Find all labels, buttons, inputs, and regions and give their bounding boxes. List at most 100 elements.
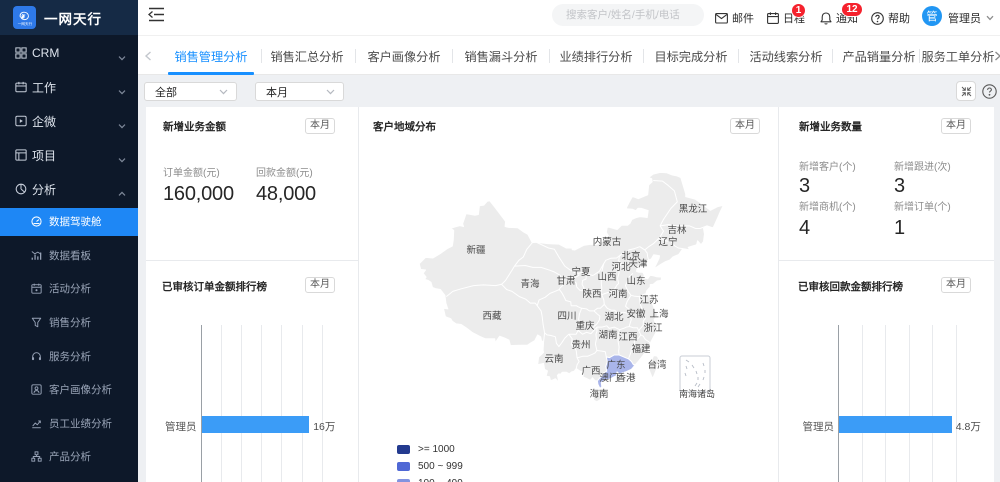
sidebar-item-企微[interactable]: 企微 — [0, 104, 138, 138]
user-menu[interactable]: 管理员 — [948, 0, 994, 36]
chevron-down-icon — [326, 89, 335, 95]
tab-客户画像分析[interactable]: 客户画像分析 — [361, 36, 447, 75]
tab-活动线索分析[interactable]: 活动线索分析 — [743, 36, 829, 75]
bar-管理员[interactable] — [202, 416, 310, 434]
legend-label: 500 ~ 999 — [418, 461, 463, 472]
tab-销售漏斗分析[interactable]: 销售漏斗分析 — [458, 36, 544, 75]
notifications-badge: 12 — [841, 2, 863, 17]
map-label-河南: 河南 — [608, 288, 627, 300]
card-payment-amount-rank: 已审核回款金额排行榜 本月 管理员4.8万 — [778, 260, 994, 482]
map-label-广西: 广西 — [581, 365, 600, 377]
sidebar-subitem-销售分析[interactable]: 销售分析 — [0, 306, 138, 340]
sidebar-item-CRM[interactable]: CRM — [0, 36, 138, 70]
map-label-江西: 江西 — [618, 332, 637, 343]
chart-gridline — [241, 325, 242, 482]
chevron-down-icon — [118, 49, 126, 57]
tab-separator — [832, 49, 833, 63]
payment-rank-chart: 管理员4.8万 — [778, 260, 994, 482]
tab-目标完成分析[interactable]: 目标完成分析 — [648, 36, 734, 75]
map-label-湖南: 湖南 — [598, 329, 617, 341]
period-select[interactable]: 本月 — [255, 82, 344, 101]
sidebar-subitem-活动分析[interactable]: 活动分析 — [0, 272, 138, 306]
map-label-重庆: 重庆 — [575, 320, 595, 332]
scope-select[interactable]: 全部 — [144, 82, 237, 101]
performance-icon — [31, 418, 42, 429]
fullscreen-icon — [961, 86, 972, 97]
map-label-广东: 广东 — [606, 359, 625, 371]
stat-value: 160,000 — [163, 183, 234, 206]
tab-业绩排行分析[interactable]: 业绩排行分析 — [553, 36, 639, 75]
user-name: 管理员 — [948, 10, 981, 26]
user-avatar[interactable]: 管 — [922, 6, 942, 26]
stat-label: 订单金额(元) — [163, 164, 220, 179]
stat-value: 4 — [799, 217, 810, 240]
legend-item: >= 1000 — [397, 444, 455, 455]
chart-axis-line — [838, 325, 839, 482]
sidebar-subitem-label: 数据看板 — [49, 248, 91, 263]
sidebar-item-label: 项目 — [32, 147, 56, 164]
analysis-tabbar: 销售管理分析销售汇总分析客户画像分析销售漏斗分析业绩排行分析目标完成分析活动线索… — [138, 36, 1000, 75]
tabs-scroll-right-icon[interactable] — [990, 36, 1000, 75]
sidebar-item-工作[interactable]: 工作 — [0, 70, 138, 104]
tabs-scroll-left-icon[interactable] — [140, 36, 156, 75]
sidebar-subitem-员工业绩分析[interactable]: 员工业绩分析 — [0, 407, 138, 441]
chevron-down-icon — [118, 151, 126, 159]
bar-管理员[interactable] — [839, 416, 952, 434]
period-badge: 本月 — [305, 118, 335, 134]
schedule-badge: 1 — [791, 3, 806, 18]
map-label-南海诸岛: 南海诸岛 — [679, 388, 715, 399]
tab-产品销量分析[interactable]: 产品销量分析 — [836, 36, 922, 75]
sidebar-subitem-数据驾驶舱[interactable]: 数据驾驶舱 — [0, 205, 138, 239]
tab-销售汇总分析[interactable]: 销售汇总分析 — [264, 36, 350, 75]
legend-label: 100 ~ 499 — [418, 478, 463, 482]
card-new-business-count: 新增业务数量 本月 新增客户(个)3新增跟进(次)3新增商机(个)4新增订单(个… — [778, 107, 994, 260]
sidebar-subitem-服务分析[interactable]: 服务分析 — [0, 339, 138, 373]
sidebar-subitem-label: 数据驾驶舱 — [49, 214, 102, 229]
legend-item: 100 ~ 499 — [397, 478, 463, 482]
sidebar-subitem-产品分析[interactable]: 产品分析 — [0, 440, 138, 474]
tab-服务工单分析[interactable]: 服务工单分析 — [915, 36, 1000, 75]
sidebar-collapse-icon[interactable] — [148, 7, 165, 22]
stat-label: 回款金额(元) — [256, 164, 313, 179]
header-help[interactable]: 帮助 — [871, 0, 910, 36]
stat-label: 新增跟进(次) — [894, 158, 951, 173]
map-label-辽宁: 辽宁 — [658, 236, 677, 248]
sidebar-item-label: 企微 — [32, 113, 56, 130]
sidebar-subitem-数据看板[interactable]: 数据看板 — [0, 239, 138, 273]
chart-gridline — [956, 325, 957, 482]
map-label-海南: 海南 — [589, 388, 608, 400]
map-label-浙江: 浙江 — [643, 322, 663, 334]
sidebar-subitem-客户画像分析[interactable]: 客户画像分析 — [0, 373, 138, 407]
map-label-山东: 山东 — [626, 275, 645, 287]
stat-value: 3 — [799, 175, 810, 198]
sidebar-submenu: 数据驾驶舱数据看板活动分析销售分析服务分析客户画像分析员工业绩分析产品分析 — [0, 205, 138, 474]
legend-swatch — [397, 445, 410, 454]
map-label-上海: 上海 — [649, 308, 669, 320]
period-select-value: 本月 — [266, 84, 288, 100]
dashboard-help-button[interactable] — [979, 81, 999, 101]
map-label-贵州: 贵州 — [571, 339, 590, 351]
bird-logo-icon — [18, 10, 31, 22]
map-label-新疆: 新疆 — [466, 244, 486, 256]
header-mail[interactable]: 邮件 — [715, 0, 754, 36]
map-label-西藏: 西藏 — [482, 310, 502, 322]
dashboard-icon — [31, 216, 42, 227]
fullscreen-button[interactable] — [956, 81, 976, 101]
tab-销售管理分析[interactable]: 销售管理分析 — [168, 36, 254, 75]
mail-label: 邮件 — [732, 10, 754, 26]
calendar-icon — [767, 12, 779, 24]
stat-value: 1 — [894, 217, 905, 240]
map-label-天津: 天津 — [628, 259, 648, 270]
card-title: 新增业务金额 — [163, 119, 226, 134]
search-input[interactable] — [566, 9, 696, 21]
bar-value-label: 4.8万 — [956, 419, 981, 434]
china-map[interactable]: 黑龙江吉林辽宁内蒙古北京天津河北山西山东新疆青海甘肃宁夏陕西河南江苏安徽上海西藏… — [358, 107, 778, 482]
map-label-安徽: 安徽 — [626, 308, 646, 320]
sidebar-logo-area[interactable]: 一网天行 一网天行 — [0, 0, 138, 35]
sidebar-item-项目[interactable]: 项目 — [0, 138, 138, 172]
sidebar-subitem-label: 服务分析 — [49, 349, 91, 364]
sidebar-item-分析[interactable]: 分析 — [0, 172, 138, 206]
stat-label: 新增客户(个) — [799, 158, 856, 173]
map-label-福建: 福建 — [631, 343, 651, 355]
sidebar-menu: CRM工作企微项目分析 — [0, 36, 138, 206]
